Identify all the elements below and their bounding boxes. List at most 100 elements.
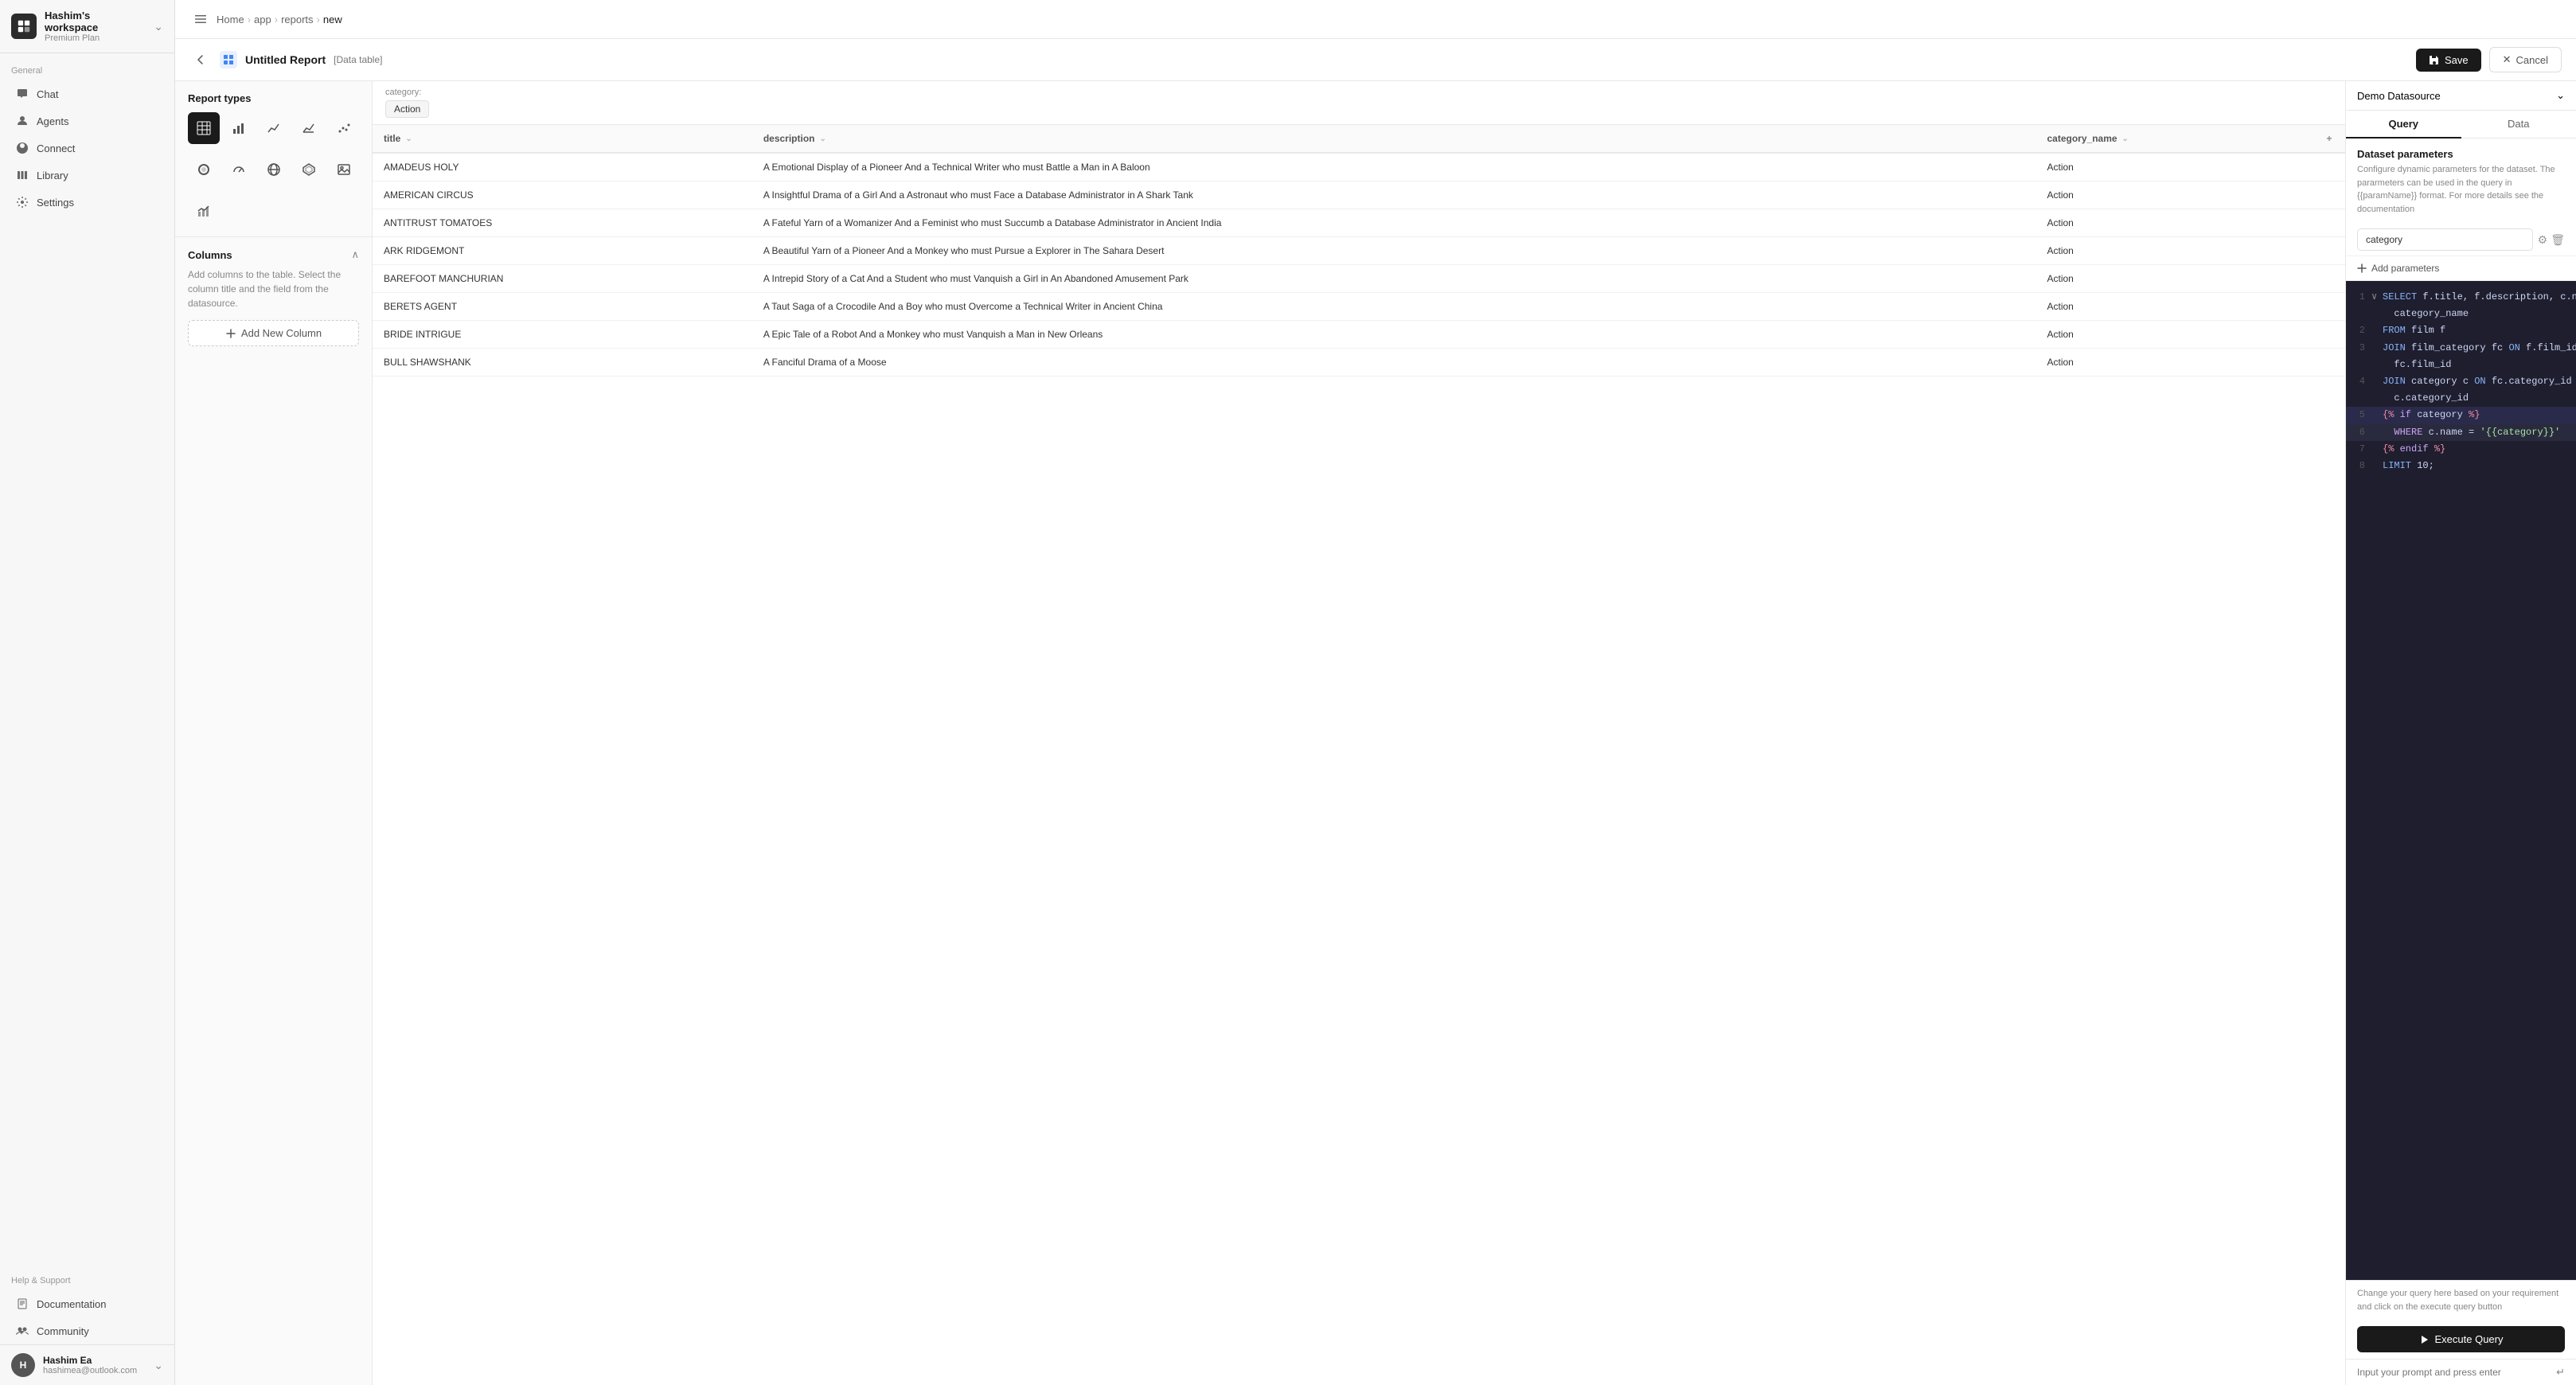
workspace-header[interactable]: Hashim's workspace Premium Plan ⌄ [0,0,174,53]
sidebar-item-connect[interactable]: Connect [5,135,170,161]
cell-title: AMADEUS HOLY [373,153,752,181]
breadcrumb-app[interactable]: app [254,14,271,25]
param-delete-icon[interactable]: 🗑 [2551,233,2565,247]
workspace-name: Hashim's workspace [45,10,146,33]
workspace-logo [11,14,37,39]
report-title[interactable]: Untitled Report [245,53,326,66]
breadcrumb-new: new [323,14,342,25]
param-icons: ⚙ 🗑 [2538,233,2565,247]
sidebar-item-documentation[interactable]: Documentation [5,1291,170,1317]
user-profile[interactable]: H Hashim Ea hashimea@outlook.com ⌄ [0,1344,174,1385]
cell-description: A Intrepid Story of a Cat And a Student … [752,265,2036,293]
param-input[interactable] [2357,228,2533,251]
chart-type-line[interactable] [258,112,290,144]
user-name: Hashim Ea [43,1355,146,1366]
cell-category: Action [2036,321,2314,349]
prompt-send-icon[interactable]: ↵ [2556,1366,2565,1379]
sidebar-item-agents[interactable]: Agents [5,108,170,134]
table-row: BRIDE INTRIGUE A Epic Tale of a Robot An… [373,321,2345,349]
chart-type-bar[interactable] [223,112,255,144]
code-line-3b: fc.film_id [2346,357,2576,373]
table-body: AMADEUS HOLY A Emotional Display of a Pi… [373,153,2345,376]
cell-description: A Beautiful Yarn of a Pioneer And a Monk… [752,237,2036,265]
breadcrumb-reports[interactable]: reports [281,14,313,25]
chart-type-gauge[interactable] [223,154,255,185]
execute-query-button[interactable]: Execute Query [2357,1326,2565,1352]
cell-empty [2313,237,2345,265]
sidebar-toggle-button[interactable] [189,8,212,30]
add-column-header-button[interactable]: + [2313,125,2345,153]
tab-data[interactable]: Data [2461,111,2576,138]
chart-type-table[interactable] [188,112,220,144]
breadcrumb-home[interactable]: Home [217,14,244,25]
report-type-badge: [Data table] [334,54,382,65]
back-button[interactable] [189,49,212,71]
chart-type-radar[interactable] [293,154,325,185]
chart-type-geo[interactable] [258,154,290,185]
code-editor[interactable]: 1 ∨ SELECT f.title, f.description, c.nam… [2346,281,2576,1280]
chart-type-image[interactable] [328,154,360,185]
breadcrumb: Home › app › reports › new [217,14,342,25]
code-line-7: 7 {% endif %} [2346,441,2576,458]
chart-type-scatter[interactable] [328,112,360,144]
agents-icon [16,115,29,127]
sort-title-icon[interactable]: ⌄ [405,135,412,143]
cell-category: Action [2036,237,2314,265]
sidebar-item-documentation-label: Documentation [37,1298,106,1310]
settings-icon [16,196,29,209]
data-table-wrapper[interactable]: title ⌄ description ⌄ [373,125,2345,1385]
avatar: H [11,1353,35,1377]
chart-types-row2 [175,154,372,195]
sidebar-item-community[interactable]: Community [5,1318,170,1344]
columns-collapse-icon[interactable]: ∧ [351,248,359,261]
cell-empty [2313,349,2345,376]
prompt-bar: ↵ [2346,1359,2576,1385]
prompt-input[interactable] [2357,1367,2551,1378]
filter-value[interactable]: Action [385,100,429,118]
columns-section: Columns ∧ Add columns to the table. Sele… [175,236,372,357]
right-panel: Demo Datasource ⌄ Query Data Dataset par… [2345,81,2576,1385]
cell-category: Action [2036,209,2314,237]
sidebar-item-library[interactable]: Library [5,162,170,188]
cell-category: Action [2036,349,2314,376]
col-header-title[interactable]: title ⌄ [373,125,752,153]
datasource-selector[interactable]: Demo Datasource ⌄ [2346,81,2576,111]
sidebar-item-settings-label: Settings [37,197,74,209]
cell-empty [2313,181,2345,209]
general-label: General [0,53,174,80]
cancel-button[interactable]: ✕ Cancel [2489,47,2562,72]
add-column-button[interactable]: Add New Column [188,320,359,346]
user-chevron-icon[interactable]: ⌄ [154,1359,163,1372]
cell-description: A Fateful Yarn of a Womanizer And a Femi… [752,209,2036,237]
main-content: Home › app › reports › new Untitled Repo… [175,0,2576,1385]
sort-category-icon[interactable]: ⌄ [2122,135,2129,143]
workspace-info: Hashim's workspace Premium Plan [45,10,146,43]
sidebar-item-settings[interactable]: Settings [5,189,170,215]
user-info: Hashim Ea hashimea@outlook.com [43,1355,146,1375]
datasource-name: Demo Datasource [2357,90,2441,102]
cell-title: AMERICAN CIRCUS [373,181,752,209]
sidebar-item-agents-label: Agents [37,115,68,127]
cell-title: BERETS AGENT [373,293,752,321]
data-table-container: category: Action title ⌄ [373,81,2345,1385]
sort-description-icon[interactable]: ⌄ [820,135,826,143]
col-header-category[interactable]: category_name ⌄ [2036,125,2314,153]
cell-category: Action [2036,153,2314,181]
dataset-params-title: Dataset parameters [2346,138,2576,163]
tab-query[interactable]: Query [2346,111,2461,138]
param-row: ⚙ 🗑 [2346,224,2576,256]
chart-type-area[interactable] [293,112,325,144]
columns-description: Add columns to the table. Select the col… [188,267,359,310]
table-row: AMADEUS HOLY A Emotional Display of a Pi… [373,153,2345,181]
table-header-row: title ⌄ description ⌄ [373,125,2345,153]
workspace-chevron-icon[interactable]: ⌄ [154,20,163,33]
chart-type-combined[interactable] [188,195,220,227]
col-header-description[interactable]: description ⌄ [752,125,2036,153]
param-settings-icon[interactable]: ⚙ [2538,233,2548,247]
sidebar-item-chat[interactable]: Chat [5,81,170,107]
chart-type-donut[interactable] [188,154,220,185]
add-params-button[interactable]: Add parameters [2346,256,2576,281]
table-row: AMERICAN CIRCUS A Insightful Drama of a … [373,181,2345,209]
help-label: Help & Support [0,1266,174,1290]
save-button[interactable]: Save [2416,49,2481,72]
